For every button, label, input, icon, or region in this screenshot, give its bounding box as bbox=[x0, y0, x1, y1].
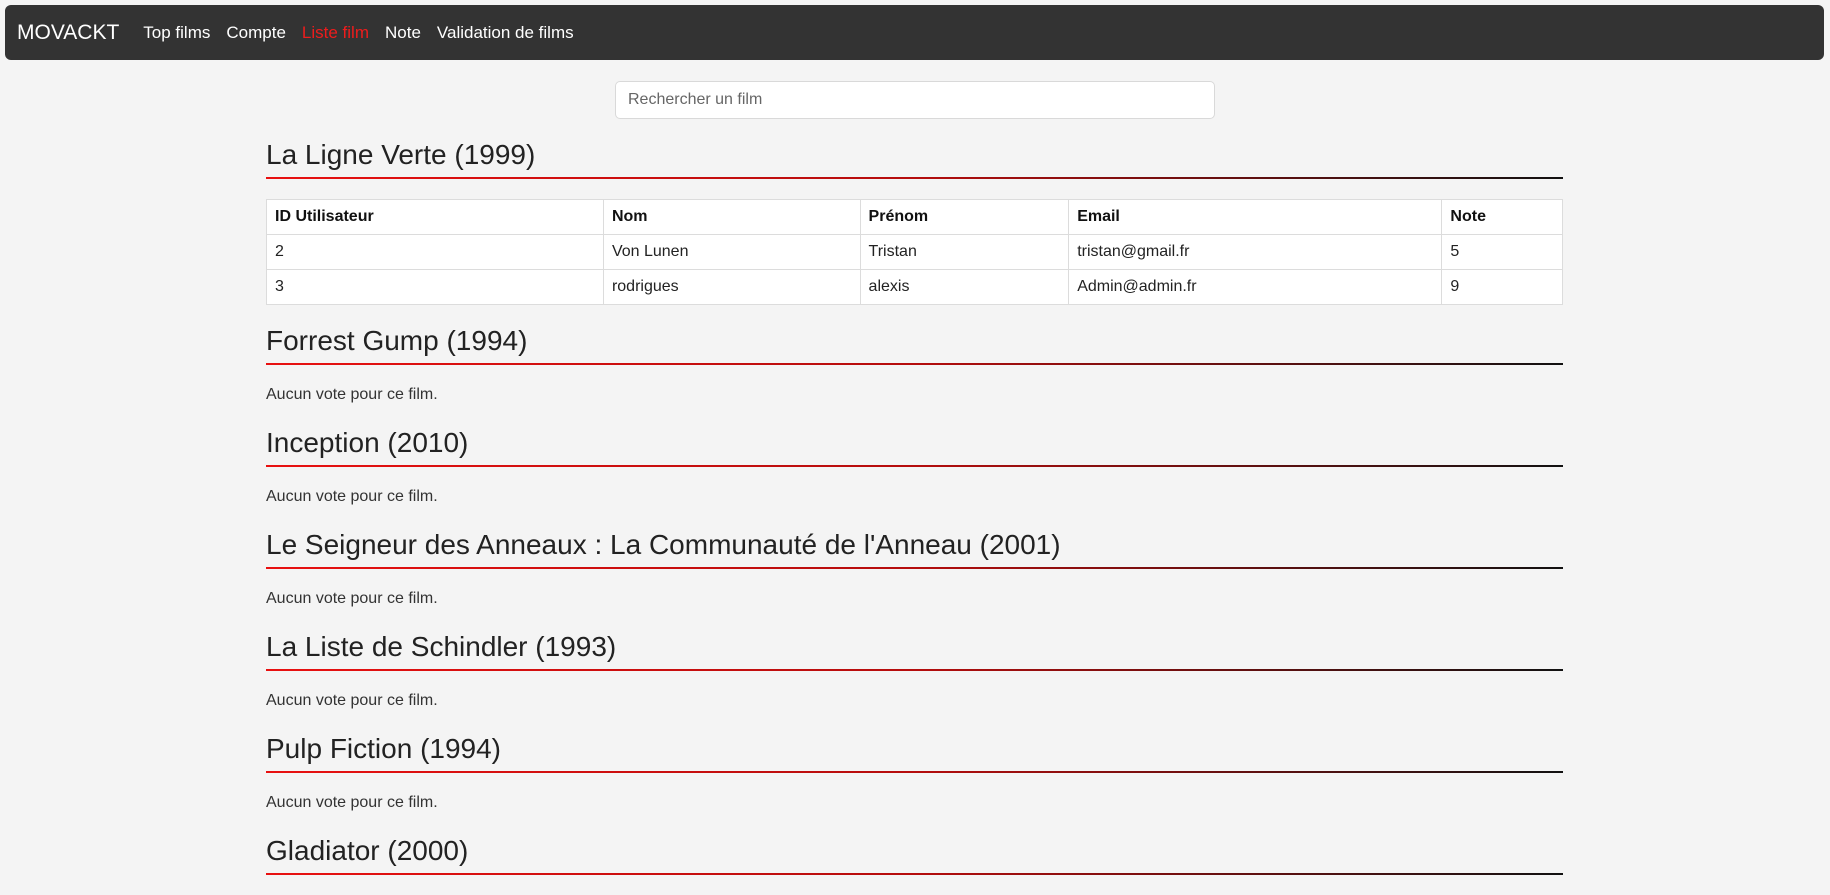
film-section: La Ligne Verte (1999) ID Utilisateur Nom… bbox=[266, 137, 1563, 305]
table-row: 2 Von Lunen Tristan tristan@gmail.fr 5 bbox=[266, 234, 1563, 270]
title-divider bbox=[266, 363, 1563, 365]
brand-logo[interactable]: MOVACKT bbox=[17, 21, 119, 45]
nav-link-compte[interactable]: Compte bbox=[226, 23, 286, 43]
film-section: Forrest Gump (1994) Aucun vote pour ce f… bbox=[266, 323, 1563, 405]
title-divider bbox=[266, 177, 1563, 179]
votes-table: ID Utilisateur Nom Prénom Email Note 2 V… bbox=[266, 199, 1563, 305]
film-list: La Ligne Verte (1999) ID Utilisateur Nom… bbox=[266, 137, 1563, 895]
title-divider bbox=[266, 465, 1563, 467]
no-vote-message: Aucun vote pour ce film. bbox=[266, 386, 438, 403]
cell-id: 3 bbox=[266, 269, 604, 305]
cell-prenom: alexis bbox=[859, 269, 1070, 305]
cell-email: Admin@admin.fr bbox=[1068, 269, 1443, 305]
film-section: Gladiator (2000) bbox=[266, 833, 1563, 875]
cell-nom: Von Lunen bbox=[602, 234, 861, 270]
title-divider bbox=[266, 771, 1563, 773]
cell-id: 2 bbox=[266, 234, 604, 270]
title-divider bbox=[266, 669, 1563, 671]
film-title: Le Seigneur des Anneaux : La Communauté … bbox=[266, 529, 1061, 560]
cell-email: tristan@gmail.fr bbox=[1068, 234, 1443, 270]
column-header-nom: Nom bbox=[602, 199, 861, 235]
film-title: La Liste de Schindler (1993) bbox=[266, 631, 617, 662]
no-vote-message: Aucun vote pour ce film. bbox=[266, 590, 438, 607]
cell-prenom: Tristan bbox=[859, 234, 1070, 270]
film-title: Pulp Fiction (1994) bbox=[266, 733, 502, 764]
column-header-email: Email bbox=[1068, 199, 1443, 235]
nav-link-liste-film[interactable]: Liste film bbox=[302, 23, 369, 43]
table-row: 3 rodrigues alexis Admin@admin.fr 9 bbox=[266, 269, 1563, 305]
film-section: La Liste de Schindler (1993) Aucun vote … bbox=[266, 629, 1563, 711]
film-section: Pulp Fiction (1994) Aucun vote pour ce f… bbox=[266, 731, 1563, 813]
film-title: Forrest Gump (1994) bbox=[266, 325, 528, 356]
search-bar bbox=[615, 81, 1215, 119]
cell-nom: rodrigues bbox=[602, 269, 861, 305]
film-section: Le Seigneur des Anneaux : La Communauté … bbox=[266, 527, 1563, 609]
nav-link-top-films[interactable]: Top films bbox=[143, 23, 210, 43]
film-section: Inception (2010) Aucun vote pour ce film… bbox=[266, 425, 1563, 507]
column-header-note: Note bbox=[1441, 199, 1563, 235]
column-header-id: ID Utilisateur bbox=[266, 199, 604, 235]
search-input[interactable] bbox=[615, 81, 1215, 119]
cell-note: 5 bbox=[1441, 234, 1563, 270]
nav-link-note[interactable]: Note bbox=[385, 23, 421, 43]
cell-note: 9 bbox=[1441, 269, 1563, 305]
column-header-prenom: Prénom bbox=[859, 199, 1070, 235]
title-divider bbox=[266, 873, 1563, 875]
film-title: Gladiator (2000) bbox=[266, 835, 469, 866]
navbar: MOVACKT Top films Compte Liste film Note… bbox=[5, 5, 1824, 60]
table-header-row: ID Utilisateur Nom Prénom Email Note bbox=[266, 199, 1563, 235]
no-vote-message: Aucun vote pour ce film. bbox=[266, 692, 438, 709]
no-vote-message: Aucun vote pour ce film. bbox=[266, 488, 438, 505]
no-vote-message: Aucun vote pour ce film. bbox=[266, 794, 438, 811]
title-divider bbox=[266, 567, 1563, 569]
nav-link-validation-films[interactable]: Validation de films bbox=[437, 23, 574, 43]
film-title: Inception (2010) bbox=[266, 427, 469, 458]
film-title: La Ligne Verte (1999) bbox=[266, 139, 536, 170]
